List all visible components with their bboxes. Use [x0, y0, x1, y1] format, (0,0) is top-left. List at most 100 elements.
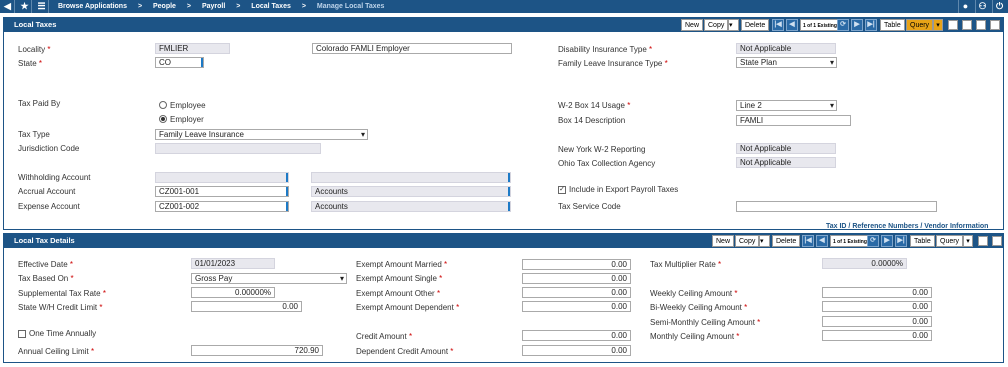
locality-description-field[interactable]: Colorado FAMLI Employer: [312, 43, 512, 54]
exempt-amount-married-label: Exempt Amount Married *: [356, 260, 448, 269]
logout-icon[interactable]: ⏻: [992, 0, 1006, 13]
exempt-amount-dependent-label: Exempt Amount Dependent *: [356, 303, 460, 312]
delete-button[interactable]: Delete: [772, 235, 801, 247]
state-label: State *: [18, 59, 43, 68]
credit-amount-field[interactable]: 0.00: [522, 330, 631, 341]
employee-radio[interactable]: [159, 101, 167, 109]
tax-based-on-label: Tax Based On *: [18, 274, 74, 283]
jurisdiction-code-field[interactable]: [155, 143, 321, 154]
accrual-account-field[interactable]: CZ001-001: [155, 186, 289, 197]
menu-icon[interactable]: ☰: [35, 0, 49, 13]
form-view-icon[interactable]: [978, 236, 988, 246]
query-dropdown-icon[interactable]: ▾: [963, 235, 973, 247]
dependent-credit-amount-field[interactable]: 0.00: [522, 345, 631, 356]
record-count: 1 of 1 Existing: [800, 19, 840, 31]
panel-title: Local Tax Details: [14, 236, 75, 245]
withholding-account-field[interactable]: [155, 172, 289, 183]
maximize-icon[interactable]: [976, 20, 986, 30]
query-button[interactable]: Query: [936, 235, 964, 247]
user-icon[interactable]: ●: [958, 0, 972, 13]
disability-insurance-type-field[interactable]: Not Applicable: [736, 43, 836, 54]
breadcrumb-people[interactable]: People: [153, 3, 176, 10]
withholding-account-description: [311, 172, 511, 183]
form-view-icon[interactable]: [948, 20, 958, 30]
tax-type-select[interactable]: Family Leave Insurance: [155, 129, 368, 140]
state-wh-credit-limit-label: State W/H Credit Limit *: [18, 303, 103, 312]
panel-title: Local Taxes: [14, 20, 57, 29]
table-button[interactable]: Table: [880, 19, 905, 31]
biweekly-ceiling-amount-field[interactable]: 0.00: [822, 301, 932, 312]
family-leave-insurance-type-label: Family Leave Insurance Type *: [558, 59, 668, 68]
include-export-checkbox[interactable]: ✓: [558, 186, 566, 194]
new-button[interactable]: New: [681, 19, 704, 31]
jurisdiction-code-label: Jurisdiction Code: [18, 144, 80, 153]
next-record-icon[interactable]: ▶: [881, 235, 893, 247]
last-record-icon[interactable]: ▶|: [895, 235, 907, 247]
ny-w2-reporting-label: New York W-2 Reporting: [558, 145, 646, 154]
breadcrumb-browse-applications[interactable]: Browse Applications: [58, 3, 127, 10]
breadcrumb-separator: >: [301, 3, 306, 10]
first-record-icon[interactable]: |◀: [772, 19, 784, 31]
new-button[interactable]: New: [712, 235, 735, 247]
copy-button[interactable]: Copy: [735, 235, 760, 247]
favorites-star-icon[interactable]: ★: [18, 0, 32, 13]
collapse-icon[interactable]: [992, 236, 1002, 246]
withholding-account-label: Withholding Account: [18, 173, 91, 182]
local-tax-details-panel: Local Tax Details New Copy ▾ Delete |◀ ◀…: [3, 233, 1004, 363]
refresh-icon[interactable]: ⟳: [867, 235, 879, 247]
w2-box14-usage-select[interactable]: Line 2: [736, 100, 837, 111]
one-time-annually-checkbox[interactable]: [18, 330, 26, 338]
tax-id-reference-link[interactable]: Tax ID / Reference Numbers / Vendor Info…: [826, 223, 988, 230]
ny-w2-reporting-field[interactable]: Not Applicable: [736, 143, 836, 154]
previous-record-icon[interactable]: ◀: [786, 19, 798, 31]
breadcrumb-payroll[interactable]: Payroll: [202, 3, 225, 10]
tax-service-code-label: Tax Service Code: [558, 202, 621, 211]
query-dropdown-icon[interactable]: ▾: [933, 19, 943, 31]
table-button[interactable]: Table: [910, 235, 935, 247]
collapse-icon[interactable]: [990, 20, 1000, 30]
locality-field[interactable]: FMLIER: [155, 43, 230, 54]
supplemental-tax-rate-field[interactable]: 0.00000%: [191, 287, 275, 298]
exempt-amount-other-field[interactable]: 0.00: [522, 287, 631, 298]
previous-record-icon[interactable]: ◀: [816, 235, 828, 247]
next-record-icon[interactable]: ▶: [851, 19, 863, 31]
disability-insurance-type-label: Disability Insurance Type *: [558, 45, 653, 54]
supplemental-tax-rate-label: Supplemental Tax Rate *: [18, 289, 106, 298]
ohio-tax-collection-agency-field[interactable]: Not Applicable: [736, 157, 836, 168]
tax-service-code-field[interactable]: [736, 201, 937, 212]
minimize-icon[interactable]: [962, 20, 972, 30]
effective-date-field[interactable]: 01/01/2023: [191, 258, 275, 269]
exempt-amount-single-field[interactable]: 0.00: [522, 273, 631, 284]
semimonthly-ceiling-amount-field[interactable]: 0.00: [822, 316, 932, 327]
copy-dropdown-icon[interactable]: ▾: [759, 235, 770, 247]
first-record-icon[interactable]: |◀: [802, 235, 814, 247]
family-leave-insurance-type-select[interactable]: State Plan: [736, 57, 837, 68]
breadcrumb-local-taxes[interactable]: Local Taxes: [251, 3, 291, 10]
weekly-ceiling-amount-field[interactable]: 0.00: [822, 287, 932, 298]
state-field[interactable]: CO: [155, 57, 204, 68]
box14-description-field[interactable]: FAMLI: [736, 115, 851, 126]
back-icon[interactable]: ◀: [1, 0, 15, 13]
delete-button[interactable]: Delete: [741, 19, 770, 31]
locality-label: Locality *: [18, 45, 51, 54]
people-icon[interactable]: ⚇: [975, 0, 989, 13]
last-record-icon[interactable]: ▶|: [865, 19, 877, 31]
copy-button[interactable]: Copy: [704, 19, 729, 31]
exempt-amount-dependent-field[interactable]: 0.00: [522, 301, 631, 312]
one-time-annually-label: One Time Annually: [29, 329, 97, 338]
w2-box14-usage-label: W-2 Box 14 Usage *: [558, 101, 631, 110]
ohio-tax-collection-agency-label: Ohio Tax Collection Agency: [558, 159, 656, 168]
local-taxes-panel: Local Taxes New Copy ▾ Delete |◀ ◀ 1 of …: [3, 17, 1004, 230]
monthly-ceiling-amount-field[interactable]: 0.00: [822, 330, 932, 341]
tax-multiplier-rate-field[interactable]: 0.0000%: [822, 258, 907, 269]
expense-account-field[interactable]: CZ001-002: [155, 201, 289, 212]
tax-based-on-select[interactable]: Gross Pay: [191, 273, 347, 284]
state-wh-credit-limit-field[interactable]: 0.00: [191, 301, 302, 312]
annual-ceiling-limit-field[interactable]: 720.90: [191, 345, 323, 356]
box14-description-label: Box 14 Description: [558, 116, 626, 125]
refresh-icon[interactable]: ⟳: [837, 19, 849, 31]
query-button[interactable]: Query: [906, 19, 934, 31]
employer-radio[interactable]: [159, 115, 167, 123]
copy-dropdown-icon[interactable]: ▾: [728, 19, 739, 31]
exempt-amount-married-field[interactable]: 0.00: [522, 259, 631, 270]
